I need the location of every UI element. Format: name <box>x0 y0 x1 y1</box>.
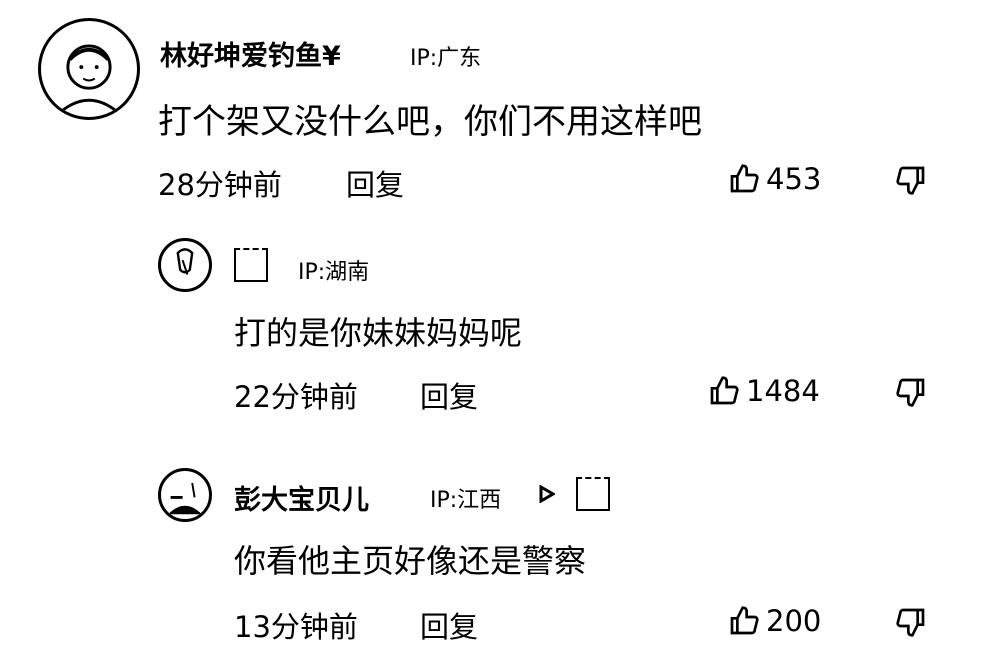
replied-to-placeholder[interactable] <box>576 477 610 511</box>
timestamp: 13分钟前 <box>234 610 358 644</box>
timestamp: 22分钟前 <box>234 380 358 414</box>
comment-text: 打的是你妹妹妈妈呢 <box>234 314 523 352</box>
reply-button[interactable]: 回复 <box>346 162 404 204</box>
username[interactable]: 林好坤爱钓鱼¥ <box>160 34 341 73</box>
like-count: 453 <box>766 162 822 196</box>
avatar[interactable] <box>38 18 140 120</box>
thumbs-down-icon[interactable] <box>895 606 927 638</box>
thumbs-up-icon <box>708 375 740 407</box>
like-count: 1484 <box>746 374 820 408</box>
avatar[interactable] <box>158 238 212 292</box>
ip-location: IP:广东 <box>410 46 482 71</box>
ip-location: IP:江西 <box>430 488 502 513</box>
play-triangle-icon <box>539 485 555 503</box>
comment-text: 打个架又没什么吧，你们不用这样吧 <box>158 102 702 142</box>
like-count: 200 <box>766 604 822 638</box>
thumbs-down-icon[interactable] <box>895 376 927 408</box>
thumbs-down-icon[interactable] <box>895 164 927 196</box>
thumbs-up-icon <box>728 163 760 195</box>
username[interactable]: 彭大宝贝儿 <box>234 478 369 517</box>
timestamp: 28分钟前 <box>158 168 282 202</box>
reply-button[interactable]: 回复 <box>420 604 478 646</box>
username-placeholder[interactable] <box>234 248 268 282</box>
reply-button[interactable]: 回复 <box>420 374 478 416</box>
like-button[interactable]: 453 <box>728 162 821 196</box>
ip-location: IP:湖南 <box>298 260 370 285</box>
like-button[interactable]: 200 <box>728 604 821 638</box>
thumbs-up-icon <box>728 605 760 637</box>
comment-text: 你看他主页好像还是警察 <box>234 542 587 580</box>
like-button[interactable]: 1484 <box>708 374 820 408</box>
avatar[interactable] <box>158 468 212 522</box>
